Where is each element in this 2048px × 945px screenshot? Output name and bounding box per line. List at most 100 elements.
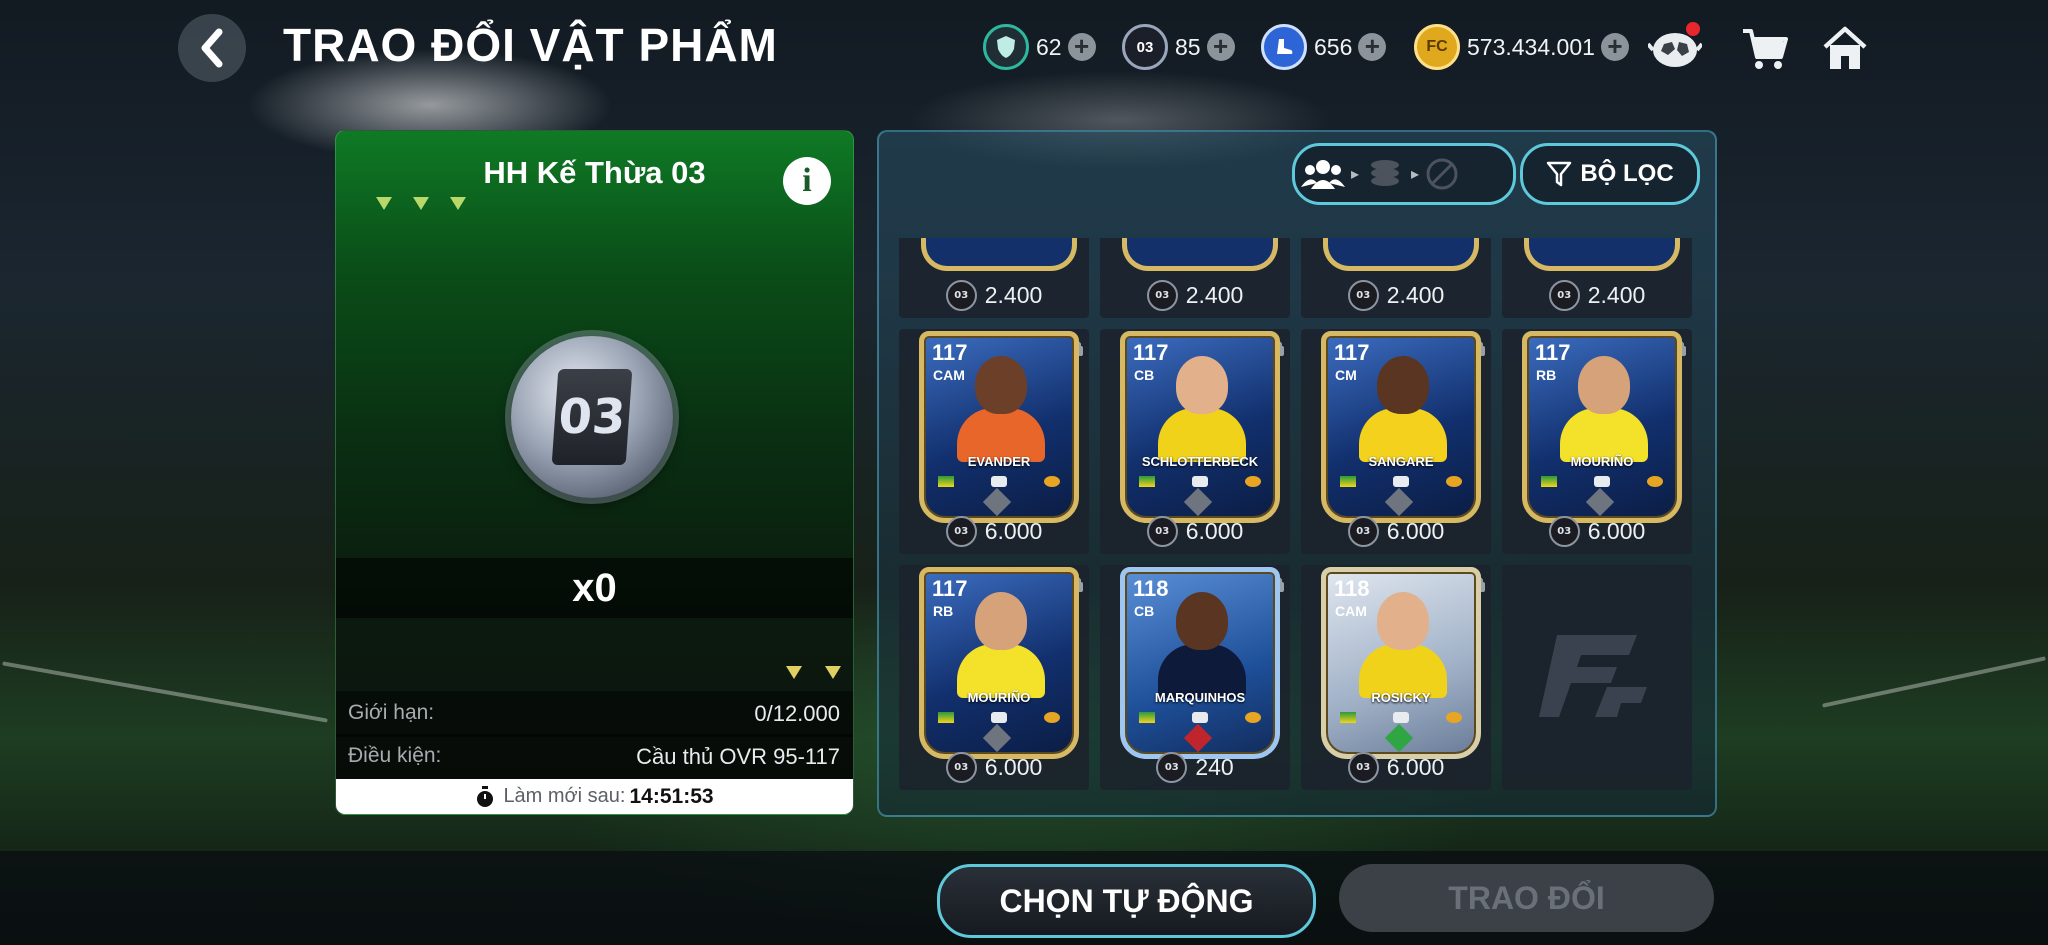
league-badge-icon (991, 712, 1007, 723)
coins-stack-icon (1371, 160, 1400, 186)
auto-select-button[interactable]: CHỌN TỰ ĐỘNG (937, 864, 1316, 938)
add-coin-button[interactable]: + (1600, 33, 1629, 61)
empty-slot (1502, 565, 1692, 790)
player-ovr: 118 (1334, 576, 1370, 601)
currency-03: 03 85 + (1122, 24, 1235, 70)
card-edge (1524, 238, 1680, 271)
coin-count: 573.434.001 (1467, 33, 1595, 60)
player-card: 117 CAM EVANDER (919, 331, 1079, 523)
player-card: 118 CAM ROSICKY (1321, 567, 1481, 759)
03-token-icon: 03 (1122, 24, 1168, 70)
decor-triangle (825, 666, 841, 679)
price-row: 03 2.400 (1301, 278, 1491, 312)
club-badge-icon (1044, 476, 1060, 487)
03-token-text: 03 (1136, 38, 1154, 56)
player-cell[interactable]: 03 2.400 (899, 238, 1089, 318)
back-button[interactable] (178, 14, 246, 82)
token-plate: 03 (551, 369, 633, 465)
player-name: MOURIÑO (1570, 454, 1634, 469)
decor-triangle (786, 666, 802, 679)
player-ovr: 118 (1133, 576, 1169, 601)
price-value: 240 (1195, 753, 1234, 780)
trade-button[interactable]: TRAO ĐỔI (1339, 864, 1714, 932)
player-cell[interactable]: 03 2.400 (1502, 238, 1692, 318)
price-row: 03 2.400 (899, 278, 1089, 312)
player-portrait (975, 592, 1027, 650)
player-cell[interactable]: 03 2.400 (1301, 238, 1491, 318)
player-cell[interactable]: 118 CAM ROSICKY 03 6.000 (1301, 565, 1491, 790)
player-card: 117 CB SCHLOTTERBECK (1120, 331, 1280, 523)
token-03-count: 85 (1175, 33, 1201, 60)
player-card: 117 RB MOURIÑO (1522, 331, 1682, 523)
shop-button[interactable] (1738, 22, 1792, 76)
league-badge-icon (991, 476, 1007, 487)
03-token-icon: 03 (945, 751, 977, 783)
player-portrait (1176, 592, 1228, 650)
player-cell[interactable]: 118 CB MARQUINHOS 03 240 (1100, 565, 1290, 790)
add-boot-button[interactable]: + (1358, 33, 1387, 61)
info-button[interactable]: i (783, 157, 831, 205)
refresh-timer: Làm mới sau: 14:51:53 (336, 779, 853, 814)
condition-value: Cầu thủ OVR 95-117 (636, 744, 840, 769)
player-cell[interactable]: 117 CAM EVANDER 03 6.000 (899, 329, 1089, 554)
card-badges (1541, 476, 1663, 487)
player-portrait (1377, 592, 1429, 650)
add-token-button[interactable]: + (1206, 33, 1235, 61)
item-title: HH Kế Thừa 03 (483, 155, 706, 190)
player-name: MOURIÑO (967, 690, 1031, 705)
fc-coin-icon: FC (1414, 24, 1460, 70)
player-ovr: 117 (932, 576, 968, 601)
chevron-right-icon: ▸ (1411, 166, 1420, 183)
home-button[interactable] (1818, 22, 1872, 76)
player-grid: 03 2.400 03 2.400 03 2.400 03 2.400 117 CAM EV… (899, 238, 1699, 808)
football-notification-button[interactable] (1648, 22, 1702, 76)
card-badges (1340, 476, 1462, 487)
nation-flag-icon (1340, 712, 1356, 723)
currency-coin: FC 573.434.001 + (1414, 24, 1629, 70)
price-row: 03 6.000 (1301, 750, 1491, 784)
03-token-icon: 03 (1347, 515, 1379, 547)
players-icon (1301, 160, 1345, 189)
player-card: 118 CB MARQUINHOS (1120, 567, 1280, 759)
card-edge (1122, 238, 1278, 271)
player-cell[interactable]: 117 CB SCHLOTTERBECK 03 6.000 (1100, 329, 1290, 554)
club-badge-icon (1446, 476, 1462, 487)
price-value: 6.000 (1386, 517, 1445, 544)
currency-shield: 62 + (983, 24, 1096, 70)
nation-flag-icon (1139, 476, 1155, 487)
club-badge-icon (1647, 476, 1663, 487)
03-token-large-icon: 03 (511, 336, 673, 498)
decor-triangle (376, 197, 392, 210)
player-position: CB (1134, 367, 1155, 383)
stopwatch-icon (477, 785, 494, 807)
player-cell[interactable]: 117 RB MOURIÑO 03 6.000 (1502, 329, 1692, 554)
sort-mode-toggle[interactable]: ▸ ▸ (1292, 143, 1516, 205)
pitch-line-left (2, 661, 328, 723)
03-token-icon: 03 (1548, 279, 1580, 311)
03-token-icon: 03 (1347, 279, 1379, 311)
player-ovr: 117 (1535, 340, 1571, 365)
player-cell[interactable]: 117 CM SANGARE 03 6.000 (1301, 329, 1491, 554)
decor-triangle (450, 197, 466, 210)
player-cell[interactable]: 03 2.400 (1100, 238, 1290, 318)
03-token-icon: 03 (1146, 515, 1178, 547)
player-portrait (975, 356, 1027, 414)
upgrade-gem-icon (1585, 487, 1615, 517)
limit-value: 0/12.000 (754, 701, 840, 726)
player-position: RB (933, 603, 954, 619)
03-token-icon: 03 (1347, 751, 1379, 783)
player-position: CB (1134, 603, 1155, 619)
refresh-label: Làm mới sau: (503, 785, 626, 807)
player-cell[interactable]: 117 RB MOURIÑO 03 6.000 (899, 565, 1089, 790)
filter-button[interactable]: BỘ LỌC (1520, 143, 1700, 205)
add-shield-button[interactable]: + (1067, 33, 1096, 61)
club-badge-icon (1446, 712, 1462, 723)
player-ovr: 117 (932, 340, 968, 365)
card-badges (938, 476, 1060, 487)
card-badges (938, 712, 1060, 723)
player-position: RB (1536, 367, 1557, 383)
pitch-line-right (1822, 656, 2046, 708)
fc-logo-icon (1539, 635, 1647, 717)
price-value: 2.400 (1386, 281, 1445, 308)
exchange-item-panel: HH Kế Thừa 03 i 03 x0 Giới hạn: 0/12.000… (335, 130, 854, 815)
